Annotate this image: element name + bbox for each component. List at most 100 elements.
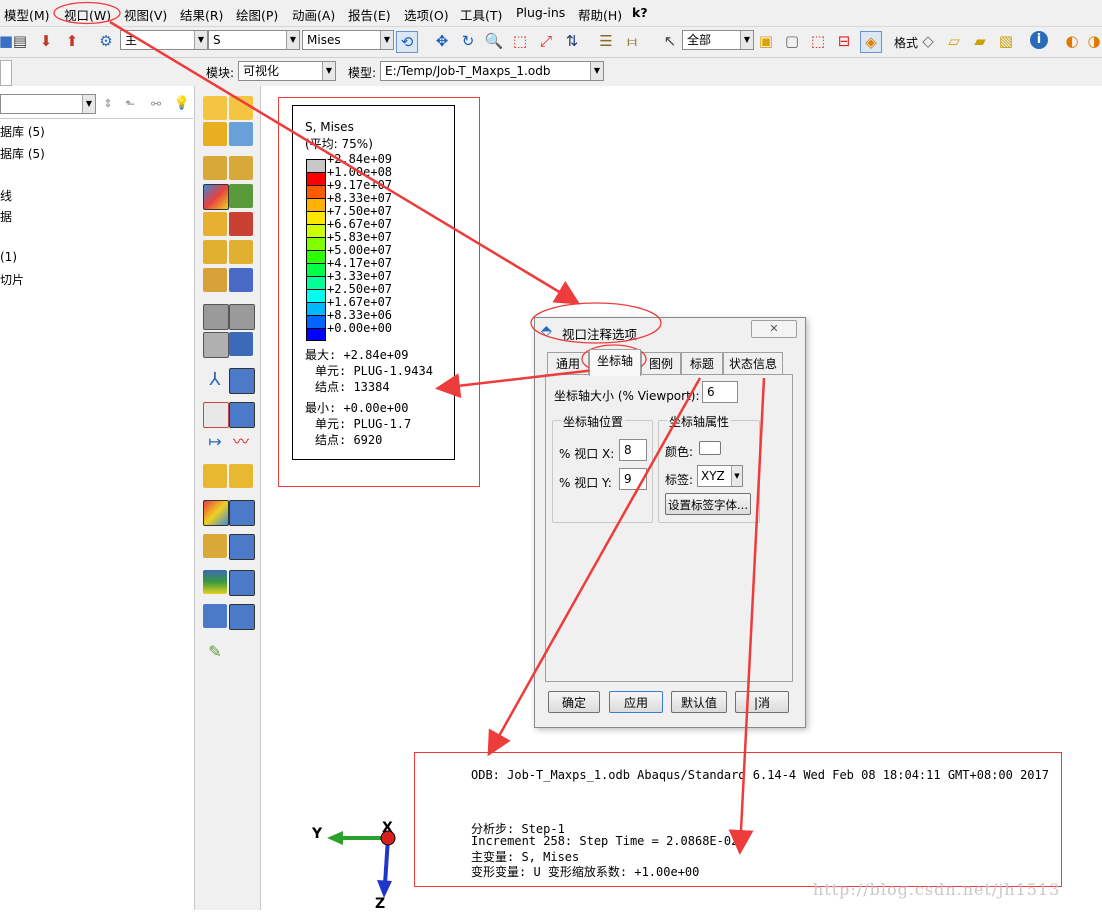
- ok-button[interactable]: 确定: [548, 691, 600, 713]
- replace-icon[interactable]: ▢: [782, 31, 802, 51]
- overlay-manager-icon[interactable]: [229, 500, 255, 526]
- view-cut-manager-icon[interactable]: [229, 368, 255, 394]
- model-tree-tab[interactable]: [0, 60, 12, 86]
- primary-combo[interactable]: 主 ▼: [120, 30, 208, 50]
- tree-item-curves[interactable]: 线: [0, 187, 12, 204]
- ply-options-icon[interactable]: [229, 268, 253, 292]
- tree-item-slice[interactable]: 切片: [0, 271, 24, 288]
- variable-combo[interactable]: S ▼: [208, 30, 300, 50]
- pan-icon[interactable]: ✥: [432, 31, 452, 51]
- menu-view[interactable]: 视图(V): [124, 5, 167, 24]
- contour-options-icon[interactable]: [229, 184, 253, 208]
- tree-up-icon[interactable]: ⬑: [120, 94, 140, 114]
- animate-options-icon[interactable]: [229, 332, 253, 356]
- menu-report[interactable]: 报告(E): [348, 5, 391, 24]
- transform-manager-icon[interactable]: [229, 604, 255, 630]
- context-help-icon[interactable]: k?: [632, 5, 648, 20]
- sort-icon[interactable]: ⇕: [98, 94, 118, 114]
- view-front-icon[interactable]: ▱: [944, 31, 964, 51]
- rotate-icon[interactable]: ↻: [458, 31, 478, 51]
- cycle-view-icon[interactable]: ⇅: [562, 31, 582, 51]
- dialog-close-button[interactable]: ✕: [751, 320, 797, 338]
- menu-plot[interactable]: 绘图(P): [236, 5, 278, 24]
- render-icon[interactable]: ◈: [860, 31, 882, 53]
- menu-tools[interactable]: 工具(T): [460, 5, 502, 24]
- symbol-plot-icon[interactable]: [203, 212, 227, 236]
- plot-contours-icon[interactable]: [203, 122, 227, 146]
- overlay-plot-icon[interactable]: [203, 500, 229, 526]
- ruler-icon[interactable]: ☰: [596, 31, 616, 51]
- tab-state[interactable]: 状态信息: [723, 352, 783, 375]
- ladder-icon[interactable]: ⧦: [622, 31, 642, 51]
- refresh-icon[interactable]: ⟲: [396, 31, 418, 53]
- step-frame-icon[interactable]: ⚙: [96, 31, 116, 51]
- menu-animate[interactable]: 动画(A): [292, 5, 335, 24]
- animate-scale-icon[interactable]: [203, 304, 229, 330]
- axis-size-input[interactable]: 6: [702, 381, 738, 403]
- view-top-icon[interactable]: ▰: [970, 31, 990, 51]
- y-percent-input[interactable]: 9: [619, 468, 647, 490]
- view-cut-icon[interactable]: ⅄: [203, 368, 227, 392]
- menu-help[interactable]: 帮助(H): [578, 5, 622, 24]
- query-pen-icon[interactable]: ✎: [203, 640, 227, 664]
- path-icon[interactable]: ↦: [203, 430, 227, 454]
- tip-bulb-icon[interactable]: 💡: [172, 94, 192, 114]
- box-select-icon[interactable]: ⬚: [808, 31, 828, 51]
- animate-time-icon[interactable]: [229, 304, 255, 330]
- info-icon[interactable]: i: [1030, 31, 1048, 49]
- tab-title[interactable]: 标题: [681, 352, 723, 375]
- animate-harmonic-icon[interactable]: [203, 332, 229, 358]
- print-icon[interactable]: ▤: [10, 31, 30, 51]
- material-orient-icon[interactable]: [203, 240, 227, 264]
- apply-button[interactable]: 应用: [609, 691, 663, 713]
- tree-item-count[interactable]: (1): [0, 250, 17, 264]
- overlay-icon[interactable]: ◑: [1084, 31, 1102, 51]
- free-body-manager-icon[interactable]: [229, 534, 255, 560]
- stream-manager-icon[interactable]: [229, 570, 255, 596]
- tree-item-data[interactable]: 据: [0, 208, 12, 225]
- display-group-icon[interactable]: ▣: [756, 31, 776, 51]
- color-swatch-button[interactable]: [699, 441, 721, 455]
- plot-allowable-icon[interactable]: [229, 156, 253, 180]
- xy-data-icon[interactable]: [203, 402, 229, 428]
- menu-options[interactable]: 选项(O): [404, 5, 449, 24]
- menu-plugins[interactable]: Plug-ins: [516, 5, 565, 20]
- xy-plot-icon[interactable]: 〰: [229, 430, 253, 454]
- x-percent-input[interactable]: 8: [619, 439, 647, 461]
- tree-item-database-1[interactable]: 据库 (5): [0, 123, 45, 140]
- plot-deformed-icon[interactable]: [229, 96, 253, 120]
- plot-material-icon[interactable]: [203, 156, 227, 180]
- contour-plot-icon[interactable]: [203, 184, 229, 210]
- xy-data-manager-icon[interactable]: [229, 402, 255, 428]
- ply-stack-icon[interactable]: [203, 268, 227, 292]
- plot-undeformed-icon[interactable]: [203, 96, 227, 120]
- cancel-button[interactable]: |消: [735, 691, 789, 713]
- select-cursor-icon[interactable]: ↖: [660, 31, 680, 51]
- zoom-icon[interactable]: 🔍: [484, 31, 504, 51]
- selection-combo[interactable]: 全部 ▼: [682, 30, 754, 50]
- cut-select-icon[interactable]: ⊟: [834, 31, 854, 51]
- plot-symbols-icon[interactable]: [229, 122, 253, 146]
- tree-item-database-2[interactable]: 据库 (5): [0, 145, 45, 162]
- view-side-icon[interactable]: ▧: [996, 31, 1016, 51]
- menu-results[interactable]: 结果(R): [180, 5, 223, 24]
- tree-filter-icon[interactable]: ⚯: [146, 94, 166, 114]
- export-icon[interactable]: ⬆: [62, 31, 82, 51]
- module-combo[interactable]: 可视化 ▼: [238, 61, 336, 81]
- tab-triad[interactable]: 坐标轴: [589, 349, 641, 376]
- defaults-button[interactable]: 默认值: [671, 691, 727, 713]
- invariant-combo[interactable]: Mises ▼: [302, 30, 394, 50]
- stream-icon[interactable]: [203, 570, 227, 594]
- symbol-options-icon[interactable]: [229, 212, 253, 236]
- menu-model[interactable]: 模型(M): [4, 5, 50, 24]
- tree-filter-combo[interactable]: ▼: [0, 94, 96, 114]
- label-type-combo[interactable]: XYZ ▼: [697, 465, 743, 487]
- create-display-group-icon[interactable]: [203, 464, 227, 488]
- model-combo[interactable]: E:/Temp/Job-T_Maxps_1.odb ▼: [380, 61, 604, 81]
- box-zoom-icon[interactable]: ⬚: [510, 31, 530, 51]
- fit-view-icon[interactable]: ⤢: [536, 31, 556, 51]
- free-body-icon[interactable]: [203, 534, 227, 558]
- material-options-icon[interactable]: [229, 240, 253, 264]
- display-group-manager-icon[interactable]: [229, 464, 253, 488]
- set-label-font-button[interactable]: 设置标签字体...: [665, 493, 751, 515]
